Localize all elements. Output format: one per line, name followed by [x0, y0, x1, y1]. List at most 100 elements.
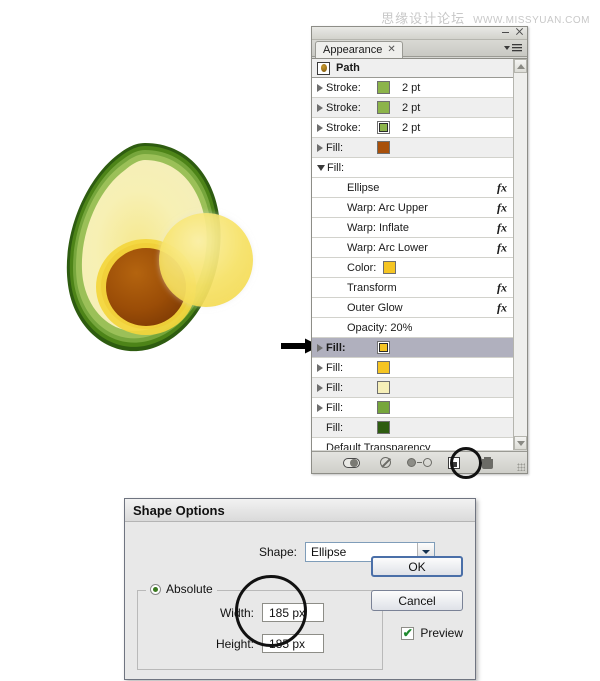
- color-swatch[interactable]: [377, 401, 390, 414]
- color-swatch[interactable]: [377, 81, 390, 94]
- ok-button-label: OK: [408, 559, 426, 574]
- disclosure-triangle-icon[interactable]: [317, 103, 323, 112]
- row-label: Fill:: [326, 381, 344, 394]
- appearance-row-fill-expanded[interactable]: Fill:: [312, 158, 513, 178]
- cancel-button-label: Cancel: [398, 593, 436, 608]
- appearance-row-color[interactable]: Color:: [312, 258, 513, 278]
- appearance-target-row[interactable]: Path: [312, 59, 513, 78]
- appearance-row-stroke-1[interactable]: Stroke: 2 pt: [312, 78, 513, 98]
- appearance-row-effect-warp-arc-lower[interactable]: Warp: Arc Lower fx: [312, 238, 513, 258]
- row-label: Fill:: [326, 141, 344, 154]
- preview-checkbox-row[interactable]: ✔ Preview: [401, 626, 463, 640]
- fx-icon[interactable]: fx: [497, 280, 507, 295]
- height-value: 185 px: [269, 636, 306, 651]
- fx-icon[interactable]: fx: [497, 180, 507, 195]
- panel-body: Path Stroke: 2 pt Stroke: 2 pt Stroke: 2…: [312, 58, 527, 450]
- radio-absolute-icon[interactable]: [150, 583, 161, 595]
- shape-options-dialog[interactable]: Shape Options Shape: Ellipse Absolute Wi…: [124, 498, 476, 680]
- row-label: Opacity: 20%: [347, 321, 413, 334]
- cancel-button[interactable]: Cancel: [371, 590, 463, 611]
- appearance-target-label: Path: [336, 62, 360, 74]
- fx-icon[interactable]: fx: [497, 240, 507, 255]
- appearance-row-fill-dark-green[interactable]: Fill:: [312, 418, 513, 438]
- row-label: Fill:: [326, 361, 344, 374]
- color-swatch[interactable]: [377, 381, 390, 394]
- row-label: Stroke:: [326, 101, 361, 114]
- visibility-toggle-icon[interactable]: [343, 456, 360, 470]
- disclosure-triangle-icon[interactable]: [317, 383, 323, 392]
- window-buttons: [501, 27, 524, 36]
- minimize-icon[interactable]: [501, 27, 510, 36]
- row-label: Stroke:: [326, 81, 361, 94]
- appearance-row-effect-warp-inflate[interactable]: Warp: Inflate fx: [312, 218, 513, 238]
- clear-appearance-icon[interactable]: [377, 456, 394, 470]
- row-label: Fill:: [326, 341, 346, 354]
- resize-grip-icon[interactable]: [517, 463, 525, 471]
- disclosure-triangle-icon[interactable]: [317, 343, 323, 352]
- duplicate-selected-item-icon[interactable]: [445, 456, 462, 470]
- watermark-chinese-text: 思缘设计论坛: [381, 11, 466, 26]
- panel-scrollbar[interactable]: [513, 59, 527, 450]
- appearance-row-effect-warp-arc-upper[interactable]: Warp: Arc Upper fx: [312, 198, 513, 218]
- appearance-row-fill-green[interactable]: Fill:: [312, 398, 513, 418]
- row-value: 2 pt: [402, 101, 421, 114]
- watermark: 思缘设计论坛 WWW.MISSYUAN.COM: [381, 8, 590, 27]
- row-label: Default Transparency: [326, 441, 431, 451]
- appearance-row-stroke-3[interactable]: Stroke: 2 pt: [312, 118, 513, 138]
- fx-icon[interactable]: fx: [497, 220, 507, 235]
- row-label: Stroke:: [326, 121, 361, 134]
- appearance-row-fill-cream[interactable]: Fill:: [312, 378, 513, 398]
- disclosure-triangle-icon[interactable]: [317, 123, 323, 132]
- preview-checkbox[interactable]: ✔: [401, 626, 415, 640]
- appearance-row-fill-selected[interactable]: Fill:: [312, 338, 513, 358]
- ok-button[interactable]: OK: [371, 556, 463, 577]
- absolute-option[interactable]: Absolute: [146, 582, 217, 596]
- appearance-row-effect-outer-glow[interactable]: Outer Glow fx: [312, 298, 513, 318]
- disclosure-triangle-icon[interactable]: [317, 143, 323, 152]
- tab-appearance-label: Appearance: [323, 44, 383, 56]
- color-swatch[interactable]: [377, 141, 390, 154]
- delete-selected-item-icon[interactable]: [479, 456, 496, 470]
- appearance-row-opacity[interactable]: Opacity: 20%: [312, 318, 513, 338]
- color-swatch[interactable]: [377, 361, 390, 374]
- reduce-to-basic-appearance-icon[interactable]: [407, 456, 432, 470]
- appearance-row-fill-brown[interactable]: Fill:: [312, 138, 513, 158]
- appearance-panel[interactable]: Appearance ✕ Path Stroke: 2 pt Stroke: 2…: [311, 26, 528, 474]
- appearance-row-default-transparency[interactable]: Default Transparency: [312, 438, 513, 450]
- row-label: Fill:: [326, 401, 344, 414]
- scroll-up-icon[interactable]: [514, 59, 527, 73]
- color-swatch[interactable]: [377, 341, 390, 354]
- row-value: 2 pt: [402, 121, 421, 134]
- color-swatch[interactable]: [377, 121, 390, 134]
- color-swatch[interactable]: [377, 101, 390, 114]
- height-label: Height:: [215, 636, 254, 651]
- height-input[interactable]: 185 px: [262, 634, 324, 653]
- disclosure-triangle-open-icon[interactable]: [317, 164, 325, 171]
- row-label: Fill:: [326, 421, 344, 434]
- panel-titlebar[interactable]: [312, 27, 527, 40]
- appearance-rows: Path Stroke: 2 pt Stroke: 2 pt Stroke: 2…: [312, 59, 513, 450]
- color-swatch[interactable]: [383, 261, 397, 274]
- disclosure-triangle-icon[interactable]: [317, 83, 323, 92]
- absolute-group: Absolute Width: 185 px Height: 185 px: [137, 582, 383, 670]
- row-label: Color:: [347, 261, 377, 274]
- preview-label: Preview: [420, 626, 463, 640]
- dialog-titlebar: Shape Options: [125, 499, 475, 522]
- color-swatch[interactable]: [377, 421, 390, 434]
- fx-icon[interactable]: fx: [497, 200, 507, 215]
- close-icon[interactable]: [515, 27, 524, 36]
- disclosure-triangle-icon[interactable]: [317, 403, 323, 412]
- width-input[interactable]: 185 px: [262, 603, 324, 622]
- panel-menu-icon[interactable]: [503, 42, 523, 55]
- appearance-row-effect-transform[interactable]: Transform fx: [312, 278, 513, 298]
- disclosure-triangle-icon[interactable]: [317, 363, 323, 372]
- appearance-row-fill-gold[interactable]: Fill:: [312, 358, 513, 378]
- appearance-row-stroke-2[interactable]: Stroke: 2 pt: [312, 98, 513, 118]
- tab-close-icon[interactable]: ✕: [387, 45, 395, 55]
- scroll-down-icon[interactable]: [514, 436, 527, 450]
- fx-icon[interactable]: fx: [497, 300, 507, 315]
- row-label: Fill:: [327, 161, 345, 174]
- appearance-row-effect-ellipse[interactable]: Ellipse fx: [312, 178, 513, 198]
- dialog-body: Shape: Ellipse Absolute Width: 185 px He…: [125, 522, 475, 681]
- tab-appearance[interactable]: Appearance ✕: [315, 41, 403, 58]
